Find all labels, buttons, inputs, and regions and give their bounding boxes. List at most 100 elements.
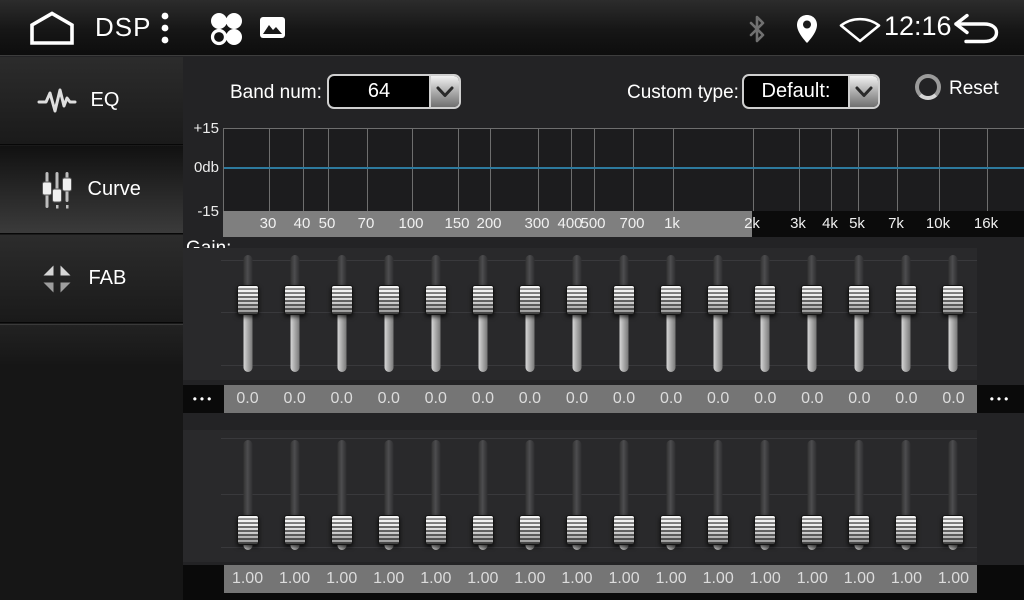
q-slider[interactable] — [742, 430, 789, 562]
gain-slider[interactable] — [742, 248, 789, 380]
reset-radio-button[interactable] — [915, 74, 941, 100]
freq-tick-label: 30 — [260, 211, 277, 237]
slider-thumb[interactable] — [848, 515, 870, 545]
q-slider[interactable] — [836, 430, 883, 562]
slider-thumb[interactable] — [378, 285, 400, 315]
slider-thumb[interactable] — [425, 285, 447, 315]
slider-thumb[interactable] — [566, 285, 588, 315]
slider-thumb[interactable] — [660, 515, 682, 545]
gain-slider[interactable] — [412, 248, 459, 380]
slider-thumb[interactable] — [707, 285, 729, 315]
gain-slider[interactable] — [836, 248, 883, 380]
slider-thumb[interactable] — [801, 285, 823, 315]
q-slider[interactable] — [365, 430, 412, 562]
slider-thumb[interactable] — [237, 515, 259, 545]
q-slider[interactable] — [553, 430, 600, 562]
sidebar-empty-area — [0, 324, 183, 600]
slider-thumb[interactable] — [707, 515, 729, 545]
sidebar-item-fab[interactable]: FAB — [0, 235, 183, 323]
gain-slider[interactable] — [601, 248, 648, 380]
slider-thumb[interactable] — [237, 285, 259, 315]
home-icon[interactable] — [28, 11, 76, 45]
slider-thumb[interactable] — [754, 515, 776, 545]
slider-thumb[interactable] — [895, 285, 917, 315]
gain-slider[interactable] — [553, 248, 600, 380]
slider-track — [620, 440, 629, 518]
gain-slider[interactable] — [506, 248, 553, 380]
band-num-dropdown[interactable]: 64 — [327, 74, 461, 109]
gain-slider[interactable] — [459, 248, 506, 380]
gain-values-row: ••• 0.00.00.00.00.00.00.00.00.00.00.00.0… — [183, 385, 1024, 413]
gain-slider[interactable] — [789, 248, 836, 380]
q-slider[interactable] — [271, 430, 318, 562]
chevron-down-icon[interactable] — [848, 76, 878, 107]
slider-thumb[interactable] — [942, 285, 964, 315]
sidebar-item-curve[interactable]: Curve — [0, 146, 183, 234]
slider-thumb[interactable] — [754, 285, 776, 315]
slider-thumb[interactable] — [284, 285, 306, 315]
slider-thumb[interactable] — [519, 515, 541, 545]
q-slider[interactable] — [506, 430, 553, 562]
freq-tick-label: 700 — [619, 211, 644, 237]
gain-slider[interactable] — [695, 248, 742, 380]
back-icon[interactable] — [950, 13, 1002, 44]
gain-sliders-panel — [183, 248, 977, 380]
gain-slider[interactable] — [930, 248, 977, 380]
q-slider[interactable] — [318, 430, 365, 562]
freq-tick-label: 50 — [319, 211, 336, 237]
slider-thumb[interactable] — [519, 285, 541, 315]
slider-thumb[interactable] — [331, 515, 353, 545]
kebab-menu-icon[interactable] — [159, 10, 171, 46]
slider-track — [667, 255, 676, 288]
slider-thumb[interactable] — [801, 515, 823, 545]
slider-thumb[interactable] — [378, 515, 400, 545]
q-slider[interactable] — [789, 430, 836, 562]
slider-thumb[interactable] — [895, 515, 917, 545]
dsp-app-screen: DSP 12:16 — [0, 0, 1024, 600]
gain-more-left-button[interactable]: ••• — [183, 385, 224, 413]
sidebar-item-eq[interactable]: EQ — [0, 57, 183, 145]
slider-thumb[interactable] — [613, 515, 635, 545]
q-slider[interactable] — [412, 430, 459, 562]
slider-thumb[interactable] — [660, 285, 682, 315]
q-value: 1.00 — [883, 565, 930, 593]
slider-thumb[interactable] — [942, 515, 964, 545]
slider-thumb[interactable] — [284, 515, 306, 545]
slider-thumb[interactable] — [331, 285, 353, 315]
chevron-down-icon[interactable] — [429, 76, 459, 107]
slider-thumb[interactable] — [613, 285, 635, 315]
slider-thumb[interactable] — [566, 515, 588, 545]
ellipsis-icon: ••• — [193, 392, 215, 406]
gain-slider[interactable] — [318, 248, 365, 380]
gain-value: 0.0 — [412, 385, 459, 413]
q-value: 1.00 — [695, 565, 742, 593]
q-slider[interactable] — [930, 430, 977, 562]
q-value: 1.00 — [224, 565, 271, 593]
slider-thumb[interactable] — [425, 515, 447, 545]
q-slider[interactable] — [224, 430, 271, 562]
freq-tick-label: 1k — [664, 211, 680, 237]
gain-slider[interactable] — [271, 248, 318, 380]
gain-slider[interactable] — [365, 248, 412, 380]
q-slider[interactable] — [601, 430, 648, 562]
q-slider[interactable] — [695, 430, 742, 562]
sidebar-item-label: Curve — [88, 178, 144, 201]
q-value: 1.00 — [930, 565, 977, 593]
q-slider[interactable] — [648, 430, 695, 562]
slider-track — [290, 255, 299, 288]
custom-type-dropdown[interactable]: Default: — [742, 74, 880, 109]
slider-thumb[interactable] — [472, 285, 494, 315]
gallery-icon[interactable] — [259, 16, 286, 39]
gain-more-right-button[interactable]: ••• — [977, 385, 1024, 413]
slider-thumb[interactable] — [848, 285, 870, 315]
slider-track — [761, 315, 770, 372]
gain-slider[interactable] — [648, 248, 695, 380]
gain-slider[interactable] — [224, 248, 271, 380]
slider-track — [431, 440, 440, 518]
q-slider[interactable] — [459, 430, 506, 562]
apps-icon[interactable] — [208, 11, 244, 47]
q-slider[interactable] — [883, 430, 930, 562]
slider-thumb[interactable] — [472, 515, 494, 545]
gain-slider[interactable] — [883, 248, 930, 380]
eq-curve-plot[interactable] — [223, 128, 1024, 211]
